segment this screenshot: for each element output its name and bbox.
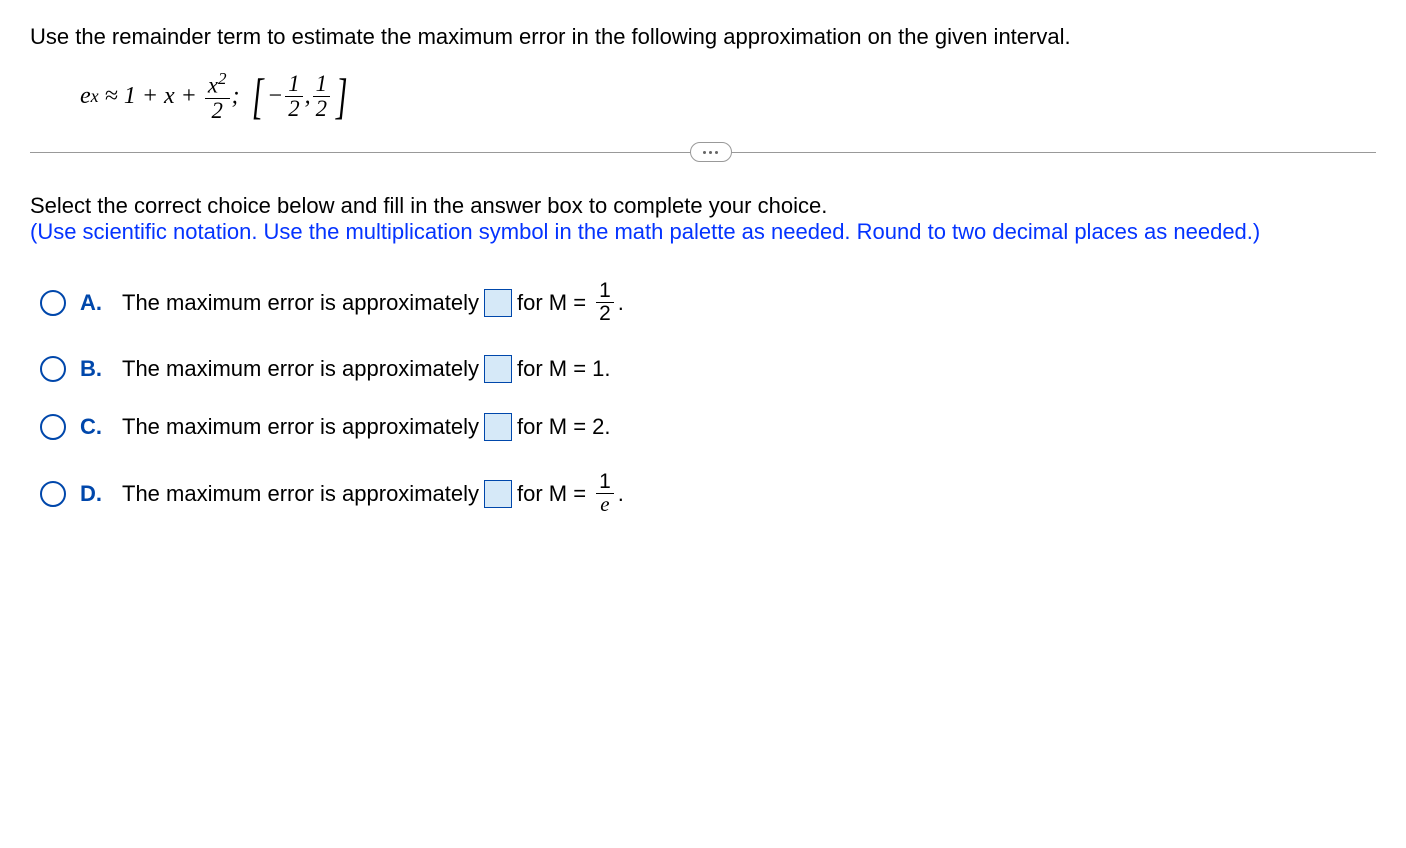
approx-sign: ≈ xyxy=(105,83,118,110)
interval-a: 1 2 xyxy=(285,72,302,121)
choice-d[interactable]: D. The maximum error is approximately fo… xyxy=(40,471,1376,516)
frac-a: 1 2 xyxy=(596,280,614,325)
a-den: 2 xyxy=(285,97,302,121)
lhs-base: e xyxy=(80,83,91,110)
semicolon: ; xyxy=(232,83,240,110)
b-den: 2 xyxy=(313,97,330,121)
period-d: . xyxy=(618,481,624,507)
question-text: Use the remainder term to estimate the m… xyxy=(30,24,1376,50)
ellipsis-icon xyxy=(703,151,718,154)
frac-d: 1 e xyxy=(596,471,614,516)
label-a: A. xyxy=(80,290,104,316)
answer-input-d[interactable] xyxy=(484,480,512,508)
frac-a-den: 2 xyxy=(596,303,614,325)
answer-input-c[interactable] xyxy=(484,413,512,441)
frac-a-num: 1 xyxy=(596,280,614,303)
x2-over-2: x2 2 xyxy=(205,70,230,122)
period-a: . xyxy=(618,290,624,316)
text-d-before: The maximum error is approximately xyxy=(122,481,479,507)
neg-sign: − xyxy=(267,83,283,110)
choice-c[interactable]: C. The maximum error is approximately fo… xyxy=(40,413,1376,441)
instr-line2: (Use scientific notation. Use the multip… xyxy=(30,219,1260,244)
text-c-after: for M = 2. xyxy=(517,414,611,440)
text-c-before: The maximum error is approximately xyxy=(122,414,479,440)
comma: , xyxy=(305,83,311,110)
choices-group: A. The maximum error is approximately fo… xyxy=(30,280,1376,516)
frac-d-den: e xyxy=(597,494,612,516)
interval-b: 1 2 xyxy=(313,72,330,121)
text-a-after1: for M = xyxy=(517,290,586,316)
choice-a[interactable]: A. The maximum error is approximately fo… xyxy=(40,280,1376,325)
frac-d-num: 1 xyxy=(596,471,614,494)
instructions: Select the correct choice below and fill… xyxy=(30,193,1376,245)
radio-c[interactable] xyxy=(40,414,66,440)
right-bracket: ] xyxy=(336,76,348,116)
lhs-exp: x xyxy=(91,86,99,107)
answer-input-a[interactable] xyxy=(484,289,512,317)
frac-num-var: x xyxy=(208,73,218,98)
text-a-before: The maximum error is approximately xyxy=(122,290,479,316)
a-num: 1 xyxy=(285,72,302,97)
radio-a[interactable] xyxy=(40,290,66,316)
divider xyxy=(30,152,1376,153)
formula-display: ex ≈ 1 + x + x2 2 ; [ − 1 2 , 1 2 ] xyxy=(80,70,1376,122)
instr-line1: Select the correct choice below and fill… xyxy=(30,193,827,218)
radio-d[interactable] xyxy=(40,481,66,507)
text-b-before: The maximum error is approximately xyxy=(122,356,479,382)
choice-b[interactable]: B. The maximum error is approximately fo… xyxy=(40,355,1376,383)
frac-num-exp: 2 xyxy=(218,69,227,88)
b-num: 1 xyxy=(313,72,330,97)
radio-b[interactable] xyxy=(40,356,66,382)
label-c: C. xyxy=(80,414,104,440)
rhs-start: 1 + x + xyxy=(124,83,197,110)
left-bracket: [ xyxy=(251,76,263,116)
frac-den: 2 xyxy=(209,99,226,123)
answer-input-b[interactable] xyxy=(484,355,512,383)
label-d: D. xyxy=(80,481,104,507)
expand-button[interactable] xyxy=(690,142,732,162)
text-d-after1: for M = xyxy=(517,481,586,507)
text-b-after: for M = 1. xyxy=(517,356,611,382)
label-b: B. xyxy=(80,356,104,382)
